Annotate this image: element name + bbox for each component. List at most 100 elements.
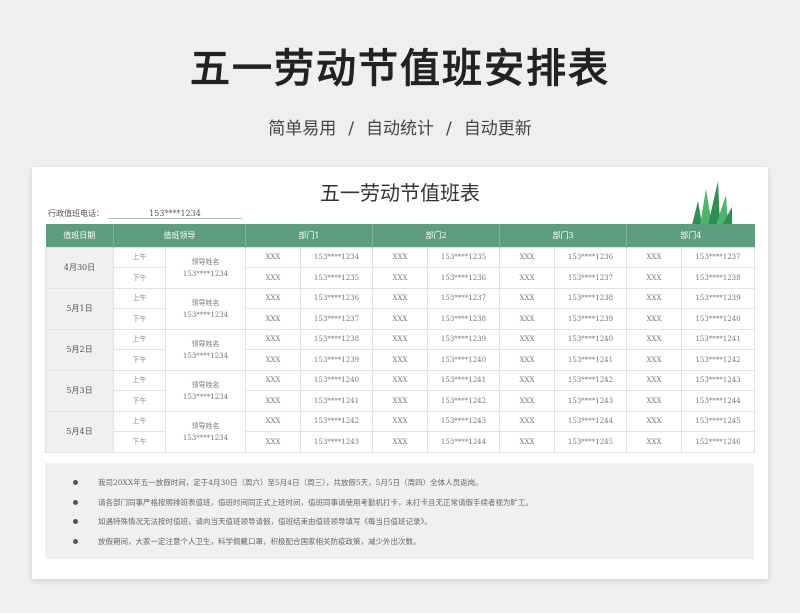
staff-phone-cell: 153****1243 [681, 369, 755, 391]
staff-name-cell: XXX [245, 287, 301, 309]
staff-phone-cell: 153****1245 [554, 431, 627, 453]
leader-name: 领导姓名 [191, 257, 220, 266]
staff-phone-cell: 153****1236 [554, 246, 627, 268]
leader-phone: 153****1234 [182, 310, 229, 319]
staff-name-cell: XXX [245, 369, 301, 391]
leader-name: 领导姓名 [191, 339, 220, 348]
duty-table: 值班日期 值班领导 部门1 部门2 部门3 部门4 4月30日 上午 领导姓名 153… [45, 224, 755, 453]
table-header-row: 值班日期 值班领导 部门1 部门2 部门3 部门4 [45, 224, 755, 247]
note-item: 放假期间，大家一定注意个人卫生，科学佩戴口罩，积极配合国家相关防疫政策，减少外出… [73, 532, 754, 552]
table-row: 下午 XXX 153****1237 XXX 153****1238 XXX 153****… [46, 308, 755, 330]
column-header: 部门2 [372, 224, 500, 247]
leader-phone: 153****1234 [182, 351, 229, 360]
tag-separator: / [446, 119, 452, 139]
staff-name-cell: XXX [245, 267, 301, 289]
staff-name-cell: XXX [372, 287, 428, 309]
staff-phone-cell: 153****1240 [681, 308, 755, 330]
leader-cell: 领导姓名 153****1234 [165, 246, 246, 289]
table-row: 下午 XXX 153****1239 XXX 153****1240 XXX 153****… [46, 349, 755, 371]
note-item: 请各部门同事严格按照排班表值班，值班时间同正式上班时间，值班同事请使用考勤机打卡… [73, 493, 754, 513]
page-title: 五一劳动节值班安排表 [190, 46, 610, 92]
staff-name-cell: XXX [499, 267, 555, 289]
staff-name-cell: XXX [245, 390, 301, 412]
staff-name-cell: XXX [626, 267, 682, 289]
staff-name-cell: XXX [245, 410, 301, 432]
staff-phone-cell: 153****1243 [300, 431, 373, 453]
feature-tags: 简单易用 / 自动统计 / 自动更新 [0, 114, 800, 139]
shift-cell: 下午 [113, 267, 166, 289]
staff-name-cell: XXX [499, 369, 555, 391]
staff-phone-cell: 153****1239 [427, 328, 500, 350]
staff-phone-cell: 153****1238 [554, 287, 627, 309]
staff-phone-cell: 153****1238 [427, 308, 500, 330]
bullet-dot-icon [73, 538, 78, 544]
leader-cell: 领导姓名 153****1234 [165, 328, 246, 371]
table-row: 4月30日 上午 领导姓名 153****1234 XXX 153****1234 XXX 1… [45, 246, 755, 289]
spreadsheet-preview: 五一劳动节值班表 行政值班电话： 153****1234 值班日期 值班领导 部… [32, 167, 768, 579]
staff-phone-cell: 153****1244 [681, 390, 755, 412]
leader-name: 领导姓名 [191, 298, 220, 307]
notes-section: 我司20XX年五一放假时间，定于4月30日（周六）至5月4日（周三），共放假5天… [45, 463, 754, 559]
note-item: 我司20XX年五一放假时间，定于4月30日（周六）至5月4日（周三），共放假5天… [73, 473, 754, 493]
leader-phone: 153****1234 [182, 433, 229, 442]
staff-phone-cell: 153****1245 [681, 410, 755, 432]
staff-name-cell: XXX [245, 308, 301, 330]
staff-name-cell: XXX [499, 410, 555, 432]
staff-name-cell: XXX [372, 246, 428, 268]
date-cell: 4月30日 [45, 246, 114, 289]
note-item: 如遇特殊情况无法按时值班，请向当天值班领导请假，值班结束由值班领导填写《每当日值… [73, 512, 754, 532]
staff-phone-cell: 153****1240 [427, 349, 500, 371]
leader-cell: 领导姓名 153****1234 [165, 369, 246, 412]
feature-tag: 自动统计 [366, 119, 434, 139]
bullet-dot-icon [73, 480, 78, 485]
shift-cell: 上午 [113, 328, 166, 350]
staff-phone-cell: 153****1242 [300, 410, 373, 432]
staff-name-cell: XXX [499, 308, 555, 330]
shift-cell: 下午 [113, 308, 166, 330]
staff-phone-cell: 153****1240 [554, 328, 627, 350]
staff-phone-cell: 153****1236 [427, 267, 500, 289]
staff-phone-cell: 153****1238 [681, 267, 755, 289]
date-cell: 5月1日 [45, 287, 114, 330]
staff-phone-cell: 153****1236 [300, 287, 373, 309]
shift-cell: 上午 [113, 246, 166, 268]
staff-phone-cell: 153****1242 [681, 349, 755, 371]
staff-phone-cell: 153****1237 [681, 246, 755, 268]
table-row: 下午 XXX 153****1243 XXX 153****1244 XXX 153****… [46, 431, 755, 453]
table-row: 5月1日 上午 领导姓名 153****1234 XXX 153****1236 XXX 15… [45, 287, 755, 330]
date-cell: 5月4日 [45, 410, 114, 453]
leader-name: 领导姓名 [191, 380, 220, 389]
staff-name-cell: XXX [245, 349, 301, 371]
staff-phone-cell: 153****1242 [427, 390, 500, 412]
staff-phone-cell: 153****1240 [300, 369, 373, 391]
date-cell: 5月2日 [45, 328, 114, 371]
staff-phone-cell: 153****1239 [300, 349, 373, 371]
staff-phone-cell: 153****1239 [554, 308, 627, 330]
column-header: 部门3 [499, 224, 627, 247]
note-text: 我司20XX年五一放假时间，定于4月30日（周六）至5月4日（周三），共放假5天… [98, 478, 483, 487]
note-text: 请各部门同事严格按照排班表值班，值班时间同正式上班时间，值班同事请使用考勤机打卡… [98, 497, 533, 507]
bullet-dot-icon [73, 499, 78, 505]
duty-phone-row: 行政值班电话： 153****1234 [48, 208, 242, 219]
staff-name-cell: XXX [626, 349, 682, 371]
shift-cell: 上午 [113, 369, 166, 391]
staff-phone-cell: 153****1235 [427, 246, 500, 268]
leader-cell: 领导姓名 153****1234 [165, 287, 246, 330]
shift-cell: 下午 [113, 349, 166, 371]
staff-phone-cell: 153****1243 [554, 390, 627, 412]
shift-cell: 下午 [113, 431, 166, 453]
staff-name-cell: XXX [245, 328, 301, 350]
feature-tag: 简单易用 [268, 119, 337, 139]
staff-phone-cell: 153****1239 [681, 287, 755, 309]
staff-phone-cell: 153****1241 [427, 369, 500, 391]
staff-name-cell: XXX [372, 267, 428, 289]
staff-name-cell: XXX [626, 287, 682, 309]
staff-phone-cell: 153****1243 [427, 410, 500, 432]
staff-phone-cell: 153****1241 [300, 390, 373, 412]
staff-name-cell: XXX [372, 328, 428, 350]
staff-phone-cell: 153****1237 [554, 267, 627, 289]
staff-name-cell: XXX [626, 369, 682, 391]
column-header: 部门4 [626, 224, 755, 247]
staff-name-cell: XXX [372, 349, 428, 371]
staff-phone-cell: 153****1241 [681, 328, 755, 350]
